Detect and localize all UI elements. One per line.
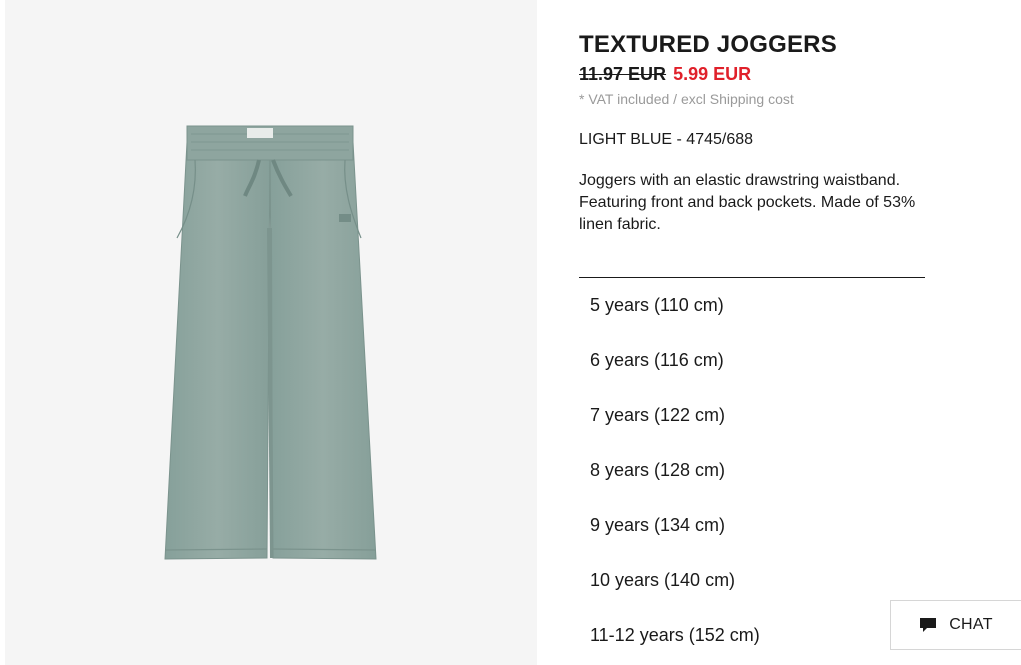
product-description: Joggers with an elastic drawstring waist…: [579, 172, 916, 233]
old-price: 11.97 EUR: [579, 64, 667, 84]
product-image-panel: [5, 0, 537, 665]
size-option[interactable]: 8 years (128 cm): [579, 443, 925, 498]
size-option[interactable]: 7 years (122 cm): [579, 388, 925, 443]
size-option[interactable]: 11-12 years (152 cm): [579, 608, 925, 663]
size-option[interactable]: 5 years (110 cm): [579, 278, 925, 333]
size-option[interactable]: 6 years (116 cm): [579, 333, 925, 388]
color-reference: LIGHT BLUE - 4745/688: [579, 131, 754, 148]
chat-bubble-icon: [920, 618, 937, 632]
vat-note: * VAT included / excl Shipping cost: [579, 91, 794, 107]
size-option[interactable]: 10 years (140 cm): [579, 553, 925, 608]
product-title: TEXTURED JOGGERS: [579, 31, 837, 58]
sale-price: 5.99 EUR: [673, 64, 752, 84]
chat-button[interactable]: CHAT: [890, 600, 1021, 650]
price-row: 11.97 EUR 5.99 EUR: [579, 64, 751, 85]
size-list: 5 years (110 cm) 6 years (116 cm) 7 year…: [579, 278, 925, 663]
chat-label: CHAT: [949, 616, 993, 633]
product-image[interactable]: [155, 118, 385, 568]
size-option[interactable]: 9 years (134 cm): [579, 498, 925, 553]
